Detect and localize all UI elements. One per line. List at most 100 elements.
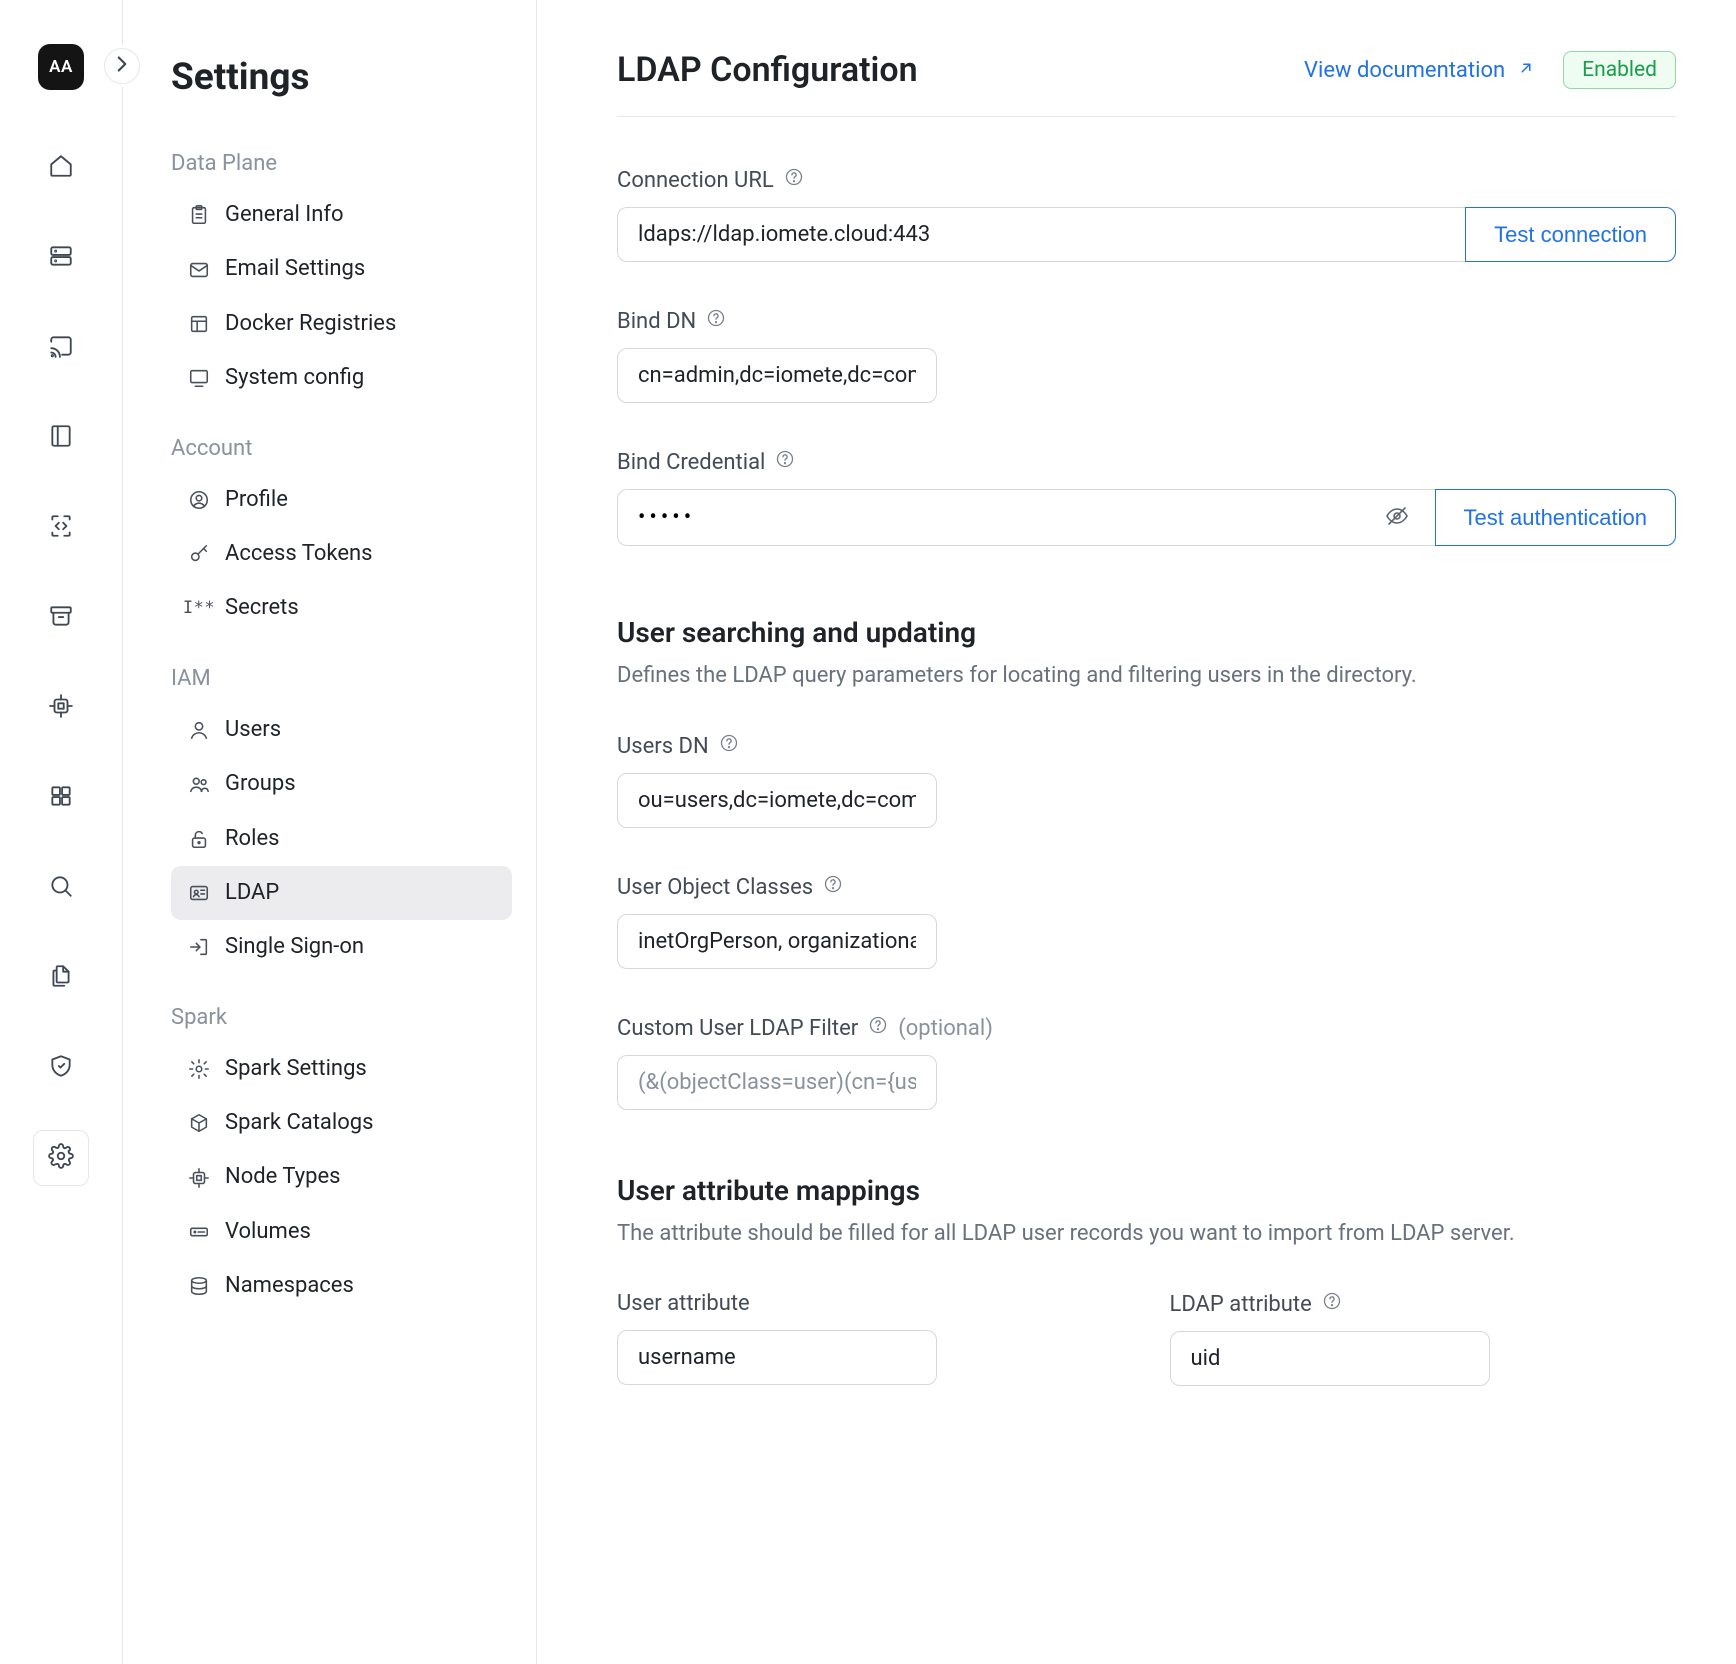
field-label: User attribute bbox=[617, 1291, 750, 1316]
rail-item-apps[interactable] bbox=[33, 770, 89, 826]
rail-item-code[interactable] bbox=[33, 500, 89, 556]
help-icon[interactable] bbox=[775, 449, 795, 475]
files-icon bbox=[48, 963, 74, 994]
shield-icon bbox=[48, 1053, 74, 1084]
status-badge: Enabled bbox=[1563, 51, 1676, 89]
notebook-icon bbox=[48, 423, 74, 454]
nav-group-label: Data Plane bbox=[171, 151, 512, 176]
field-users-dn: Users DN bbox=[617, 733, 1676, 828]
user-circle-icon bbox=[187, 488, 211, 512]
field-label: Connection URL bbox=[617, 168, 774, 193]
nav-group-label: Spark bbox=[171, 1005, 512, 1030]
help-icon[interactable] bbox=[1322, 1291, 1342, 1317]
connection-url-input[interactable] bbox=[617, 207, 1465, 262]
test-connection-button[interactable]: Test connection bbox=[1465, 207, 1676, 262]
rail-item-compute[interactable] bbox=[33, 680, 89, 736]
nav-item-secrets[interactable]: I** Secrets bbox=[171, 581, 512, 635]
rail-item-settings[interactable] bbox=[33, 1130, 89, 1186]
cpu-icon bbox=[48, 693, 74, 724]
nav-item-spark-catalogs[interactable]: Spark Catalogs bbox=[171, 1096, 512, 1150]
help-icon[interactable] bbox=[706, 308, 726, 334]
gear-icon bbox=[187, 1057, 211, 1081]
nav-group-label: Account bbox=[171, 436, 512, 461]
section-description: The attribute should be filled for all L… bbox=[617, 1217, 1676, 1251]
help-icon[interactable] bbox=[784, 167, 804, 193]
nav-item-node-types[interactable]: Node Types bbox=[171, 1150, 512, 1204]
page-title: LDAP Configuration bbox=[617, 50, 1276, 90]
containers-icon bbox=[187, 312, 211, 336]
section-description: Defines the LDAP query parameters for lo… bbox=[617, 659, 1676, 693]
field-label: User Object Classes bbox=[617, 875, 813, 900]
nav-item-label: Users bbox=[225, 717, 281, 743]
rail-item-notebooks[interactable] bbox=[33, 410, 89, 466]
monitor-icon bbox=[187, 366, 211, 390]
settings-sidebar: Settings Data Plane General Info Email S… bbox=[123, 0, 537, 1664]
test-authentication-button[interactable]: Test authentication bbox=[1435, 489, 1676, 546]
user-object-classes-input[interactable] bbox=[617, 914, 937, 969]
nav-item-system-config[interactable]: System config bbox=[171, 351, 512, 405]
cast-icon bbox=[48, 333, 74, 364]
rail-item-servers[interactable] bbox=[33, 230, 89, 286]
help-icon[interactable] bbox=[719, 733, 739, 759]
nav-item-docker-registries[interactable]: Docker Registries bbox=[171, 297, 512, 351]
nav-item-label: System config bbox=[225, 365, 364, 391]
toggle-password-visibility[interactable] bbox=[1379, 504, 1415, 531]
login-icon bbox=[187, 935, 211, 959]
field-label: Custom User LDAP Filter bbox=[617, 1016, 858, 1041]
ldap-attribute-input[interactable] bbox=[1170, 1331, 1490, 1386]
users-dn-input[interactable] bbox=[617, 773, 937, 828]
user-icon bbox=[187, 718, 211, 742]
nav-item-email-settings[interactable]: Email Settings bbox=[171, 242, 512, 296]
help-icon[interactable] bbox=[868, 1015, 888, 1041]
rail-item-search[interactable] bbox=[33, 860, 89, 916]
sidebar-toggle[interactable] bbox=[104, 48, 140, 84]
field-custom-filter: Custom User LDAP Filter (optional) bbox=[617, 1015, 1676, 1110]
rail-item-home[interactable] bbox=[33, 140, 89, 196]
nav-item-profile[interactable]: Profile bbox=[171, 473, 512, 527]
bind-credential-input[interactable] bbox=[638, 505, 1379, 530]
nav-item-label: General Info bbox=[225, 202, 344, 228]
rail-item-security[interactable] bbox=[33, 1040, 89, 1096]
nav-item-roles[interactable]: Roles bbox=[171, 812, 512, 866]
nav-item-ldap[interactable]: LDAP bbox=[171, 866, 512, 920]
nav-item-label: Volumes bbox=[225, 1219, 311, 1245]
nav-item-label: LDAP bbox=[225, 880, 279, 906]
search-icon bbox=[48, 873, 74, 904]
main-content: LDAP Configuration View documentation En… bbox=[537, 0, 1736, 1664]
secret-icon: I** bbox=[187, 597, 211, 621]
nav-item-volumes[interactable]: Volumes bbox=[171, 1205, 512, 1259]
nav-item-spark-settings[interactable]: Spark Settings bbox=[171, 1042, 512, 1096]
section-title: User searching and updating bbox=[617, 616, 1676, 649]
bind-dn-input[interactable] bbox=[617, 348, 937, 403]
doc-link-label: View documentation bbox=[1304, 58, 1505, 83]
help-icon[interactable] bbox=[823, 874, 843, 900]
sidebar-title: Settings bbox=[171, 56, 512, 99]
field-bind-credential: Bind Credential Test authentication bbox=[617, 449, 1676, 546]
view-documentation-link[interactable]: View documentation bbox=[1304, 58, 1535, 83]
field-label: LDAP attribute bbox=[1170, 1292, 1312, 1317]
optional-label: (optional) bbox=[898, 1016, 993, 1041]
rail-item-jobs[interactable] bbox=[33, 320, 89, 376]
database-icon bbox=[187, 1274, 211, 1298]
field-ldap-attribute: LDAP attribute bbox=[1170, 1291, 1677, 1386]
nav-item-label: Email Settings bbox=[225, 256, 365, 282]
custom-filter-input[interactable] bbox=[617, 1055, 937, 1110]
app-logo[interactable]: AA bbox=[38, 44, 84, 90]
nav-item-label: Groups bbox=[225, 771, 296, 797]
nav-item-namespaces[interactable]: Namespaces bbox=[171, 1259, 512, 1313]
nav-item-label: Access Tokens bbox=[225, 541, 373, 567]
cube-icon bbox=[187, 1111, 211, 1135]
user-attribute-input[interactable] bbox=[617, 1330, 937, 1385]
field-label: Users DN bbox=[617, 734, 709, 759]
nav-item-sso[interactable]: Single Sign-on bbox=[171, 920, 512, 974]
rail-item-storage[interactable] bbox=[33, 590, 89, 646]
nav-item-label: Roles bbox=[225, 826, 279, 852]
page-header: LDAP Configuration View documentation En… bbox=[617, 50, 1676, 117]
nav-item-groups[interactable]: Groups bbox=[171, 757, 512, 811]
nav-item-users[interactable]: Users bbox=[171, 703, 512, 757]
nav-item-access-tokens[interactable]: Access Tokens bbox=[171, 527, 512, 581]
nav-item-general-info[interactable]: General Info bbox=[171, 188, 512, 242]
nav-item-label: Secrets bbox=[225, 595, 299, 621]
rail-item-files[interactable] bbox=[33, 950, 89, 1006]
key-icon bbox=[187, 542, 211, 566]
